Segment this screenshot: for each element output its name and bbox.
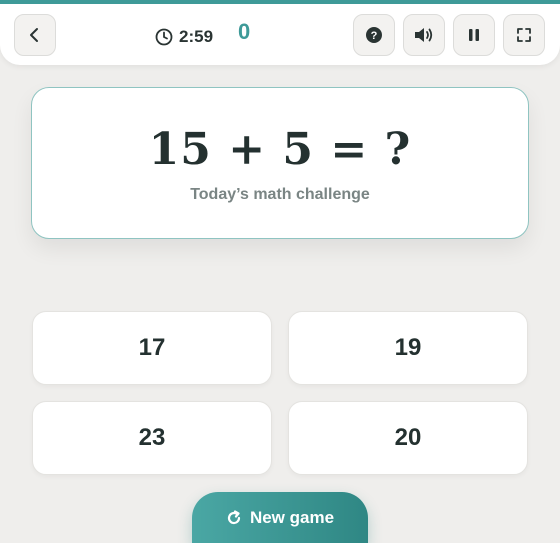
game-screen: 2:59 0 ? 15 + 5 = ? Today’s math challen…	[0, 0, 560, 543]
fullscreen-button[interactable]	[503, 14, 545, 56]
chevron-left-icon	[30, 28, 38, 42]
refresh-icon	[227, 509, 241, 524]
pause-icon	[469, 29, 479, 41]
svg-text:?: ?	[371, 30, 378, 42]
speaker-icon	[415, 28, 433, 42]
top-bar: 2:59 0 ?	[0, 0, 560, 65]
fullscreen-icon	[517, 28, 531, 42]
equation: 15 + 5 = ?	[148, 124, 412, 175]
answer-option-1[interactable]: 17	[32, 311, 272, 385]
score-value: 0	[238, 19, 251, 44]
question-icon: ?	[366, 27, 382, 43]
help-button[interactable]: ?	[353, 14, 395, 56]
timer: 2:59	[155, 22, 213, 52]
answer-option-2[interactable]: 19	[288, 311, 528, 385]
question-card: 15 + 5 = ? Today’s math challenge	[31, 87, 529, 239]
new-game-label: New game	[249, 507, 335, 527]
answer-option-3[interactable]: 23	[32, 401, 272, 475]
timer-value: 2:59	[179, 27, 214, 46]
sound-button[interactable]	[403, 14, 445, 56]
clock-icon	[155, 28, 173, 46]
back-button[interactable]	[14, 14, 56, 56]
new-game-button[interactable]: New game	[192, 492, 368, 543]
pause-button[interactable]	[453, 14, 495, 56]
answer-option-4[interactable]: 20	[288, 401, 528, 475]
challenge-subtitle: Today’s math challenge	[190, 186, 370, 203]
